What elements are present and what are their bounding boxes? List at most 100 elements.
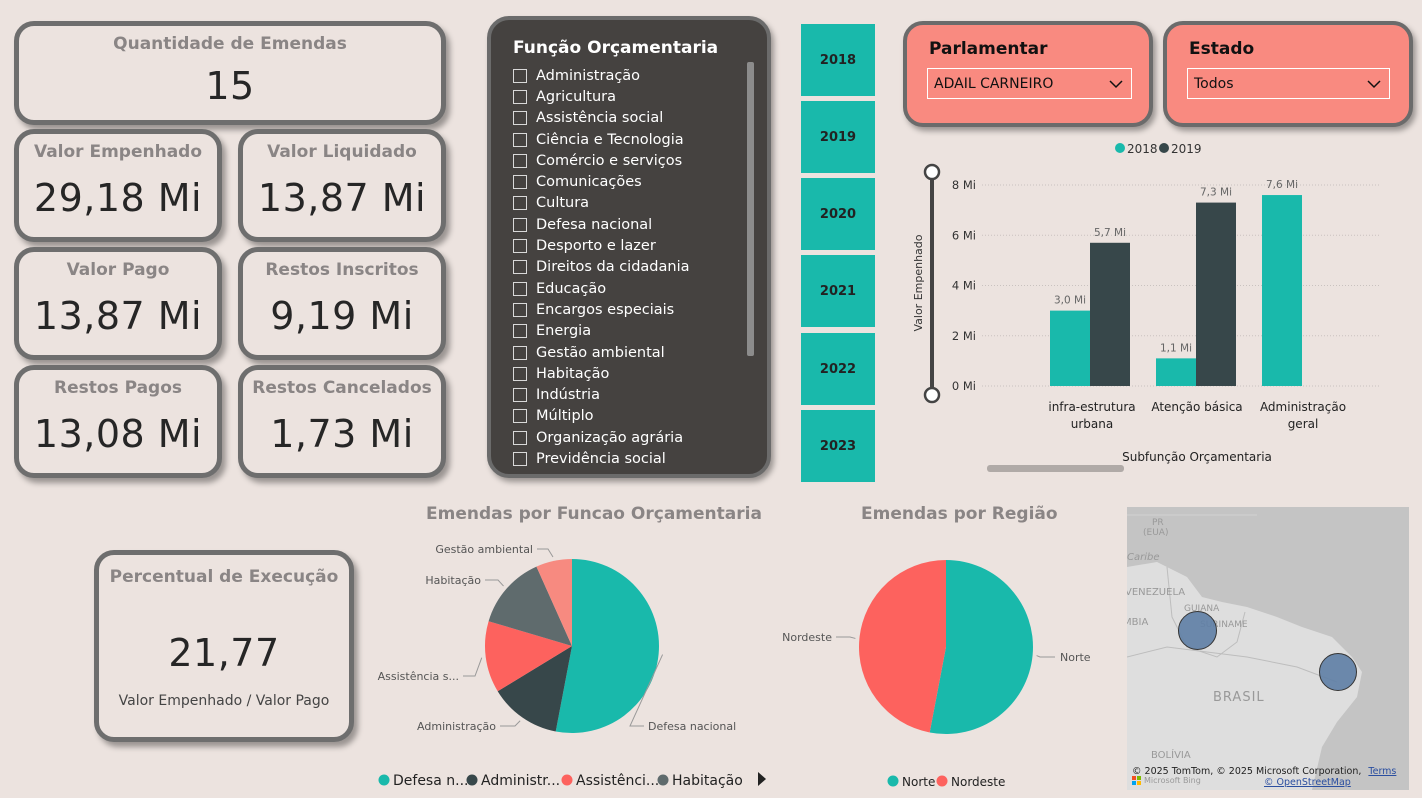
- checkbox[interactable]: [513, 451, 527, 466]
- pie-regiao-title: Emendas por Região: [861, 504, 1058, 524]
- y-tick-label: 6 Mi: [952, 228, 976, 242]
- funcao-filter-item[interactable]: Defesa nacional: [513, 214, 733, 235]
- parlamentar-dropdown[interactable]: ADAIL CARNEIRO: [927, 68, 1132, 99]
- map-label-pr: PR: [1152, 518, 1164, 528]
- x-tick-label: infra-estrutura: [1048, 400, 1135, 414]
- year-label: 2021: [819, 283, 857, 299]
- y-tick-label: 8 Mi: [952, 178, 976, 192]
- pie-slice[interactable]: [859, 560, 946, 733]
- bar[interactable]: [1156, 358, 1196, 386]
- year-button-2021[interactable]: 2021: [801, 255, 875, 327]
- checkbox[interactable]: [513, 324, 527, 339]
- funcao-filter-item[interactable]: Múltiplo: [513, 406, 733, 427]
- map-bubble-norte[interactable]: [1178, 611, 1217, 650]
- map-osm-link[interactable]: © OpenStreetMap: [1264, 777, 1351, 788]
- checkbox[interactable]: [513, 260, 527, 275]
- checkbox[interactable]: [513, 196, 527, 211]
- map-label-eua: (EUA): [1143, 528, 1169, 538]
- funcao-filter-item[interactable]: Educação: [513, 278, 733, 299]
- funcao-filter-item[interactable]: Gestão ambiental: [513, 342, 733, 363]
- slice-label: Habitação: [425, 574, 481, 587]
- funcao-filter-item[interactable]: Agricultura: [513, 86, 733, 107]
- kpi-empenhado-label: Valor Empenhado: [33, 142, 203, 162]
- checkbox[interactable]: [513, 366, 527, 381]
- year-button-2019[interactable]: 2019: [801, 101, 875, 173]
- checkbox[interactable]: [513, 89, 527, 104]
- kpi-quantidade-card: Quantidade de Emendas 15: [14, 21, 446, 125]
- checkbox[interactable]: [513, 281, 527, 296]
- map-label-caribe: Caribe: [1127, 552, 1160, 563]
- funcao-filter-item-label: Organização agrária: [536, 429, 684, 446]
- kpi-percentual-label: Percentual de Execução: [109, 567, 339, 587]
- checkbox[interactable]: [513, 302, 527, 317]
- funcao-filter-item[interactable]: Energia: [513, 321, 733, 342]
- legend-label: Defesa n...: [393, 773, 468, 789]
- checkbox[interactable]: [513, 175, 527, 190]
- kpi-quantidade-value: 15: [205, 64, 255, 108]
- map-visual[interactable]: PR (EUA) Caribe VENEZUELA MBIA GUIANA SU…: [1127, 507, 1409, 790]
- bar[interactable]: [1262, 195, 1302, 386]
- checkbox[interactable]: [513, 68, 527, 83]
- funcao-filter-item-label: Indústria: [536, 387, 600, 404]
- checkbox[interactable]: [513, 388, 527, 403]
- funcao-filter-item[interactable]: Habitação: [513, 363, 733, 384]
- slice-label: Norte: [1060, 651, 1091, 664]
- leader-line: [485, 579, 504, 587]
- legend-marker: [657, 774, 669, 786]
- funcao-filter-item-label: Ciência e Tecnologia: [536, 131, 684, 148]
- map-label-brasil: BRASIL: [1213, 690, 1265, 705]
- leader-line: [1036, 655, 1055, 658]
- year-button-2020[interactable]: 2020: [801, 178, 875, 250]
- funcao-filter-item[interactable]: Cultura: [513, 193, 733, 214]
- y-axis-label: Valor Empenhado: [912, 234, 925, 331]
- estado-dropdown[interactable]: Todos: [1187, 68, 1390, 99]
- kpi-restos-cancelados-label: Restos Cancelados: [252, 378, 432, 398]
- y-tick-label: 0 Mi: [952, 379, 976, 393]
- funcao-filter-item[interactable]: Comunicações: [513, 171, 733, 192]
- x-tick-label: Atenção básica: [1151, 400, 1242, 414]
- leader-line: [537, 548, 554, 558]
- horizontal-scrollbar[interactable]: [987, 465, 1124, 472]
- bar[interactable]: [1050, 310, 1090, 386]
- funcao-filter-item[interactable]: Ciência e Tecnologia: [513, 129, 733, 150]
- year-button-2023[interactable]: 2023: [801, 410, 875, 482]
- checkbox[interactable]: [513, 132, 527, 147]
- year-label: 2019: [819, 129, 857, 145]
- legend-label: Norte: [902, 775, 935, 789]
- checkbox[interactable]: [513, 239, 527, 254]
- kpi-restos-inscritos-value: 9,19 Mi: [270, 294, 414, 338]
- map-bubble-nordeste[interactable]: [1319, 653, 1357, 691]
- estado-selected: Todos: [1194, 75, 1234, 92]
- zoom-slider-handle-top[interactable]: [923, 163, 941, 181]
- checkbox[interactable]: [513, 153, 527, 168]
- x-axis-label: Subfunção Orçamentaria: [1122, 450, 1272, 464]
- kpi-percentual-sublabel: Valor Empenhado / Valor Pago: [118, 693, 330, 709]
- checkbox[interactable]: [513, 345, 527, 360]
- funcao-filter-item-label: Assistência social: [536, 110, 664, 127]
- funcao-filter-item[interactable]: Encargos especiais: [513, 299, 733, 320]
- funcao-filter-item-label: Agricultura: [536, 88, 617, 105]
- year-button-2022[interactable]: 2022: [801, 333, 875, 405]
- funcao-filter-item[interactable]: Direitos da cidadania: [513, 257, 733, 278]
- year-button-2018[interactable]: 2018: [801, 24, 875, 96]
- funcao-filter-item[interactable]: Comércio e serviços: [513, 150, 733, 171]
- zoom-slider-handle-bottom[interactable]: [923, 386, 941, 404]
- bar[interactable]: [1090, 242, 1130, 386]
- funcao-filter-item[interactable]: Organização agrária: [513, 427, 733, 448]
- bar-chart: 2018 2019 8 Mi 6 Mi 4 Mi 2 Mi 0 Mi Valor Empenh…: [912, 142, 1380, 472]
- map-terms-link[interactable]: Terms: [1368, 766, 1396, 777]
- bar[interactable]: [1196, 202, 1236, 386]
- checkbox[interactable]: [513, 409, 527, 424]
- funcao-filter-item[interactable]: Desporto e lazer: [513, 235, 733, 256]
- checkbox[interactable]: [513, 430, 527, 445]
- legend-next-arrow-icon[interactable]: [758, 772, 766, 786]
- funcao-filter-item[interactable]: Assistência social: [513, 108, 733, 129]
- kpi-pago-label: Valor Pago: [66, 260, 170, 280]
- funcao-filter-item[interactable]: Indústria: [513, 384, 733, 405]
- funcao-filter-scrollbar[interactable]: [747, 62, 754, 356]
- checkbox[interactable]: [513, 217, 527, 232]
- funcao-filter-item[interactable]: Previdência social: [513, 448, 733, 469]
- x-tick-label: Administração: [1260, 400, 1346, 414]
- checkbox[interactable]: [513, 111, 527, 126]
- funcao-filter-item[interactable]: Administração: [513, 65, 733, 86]
